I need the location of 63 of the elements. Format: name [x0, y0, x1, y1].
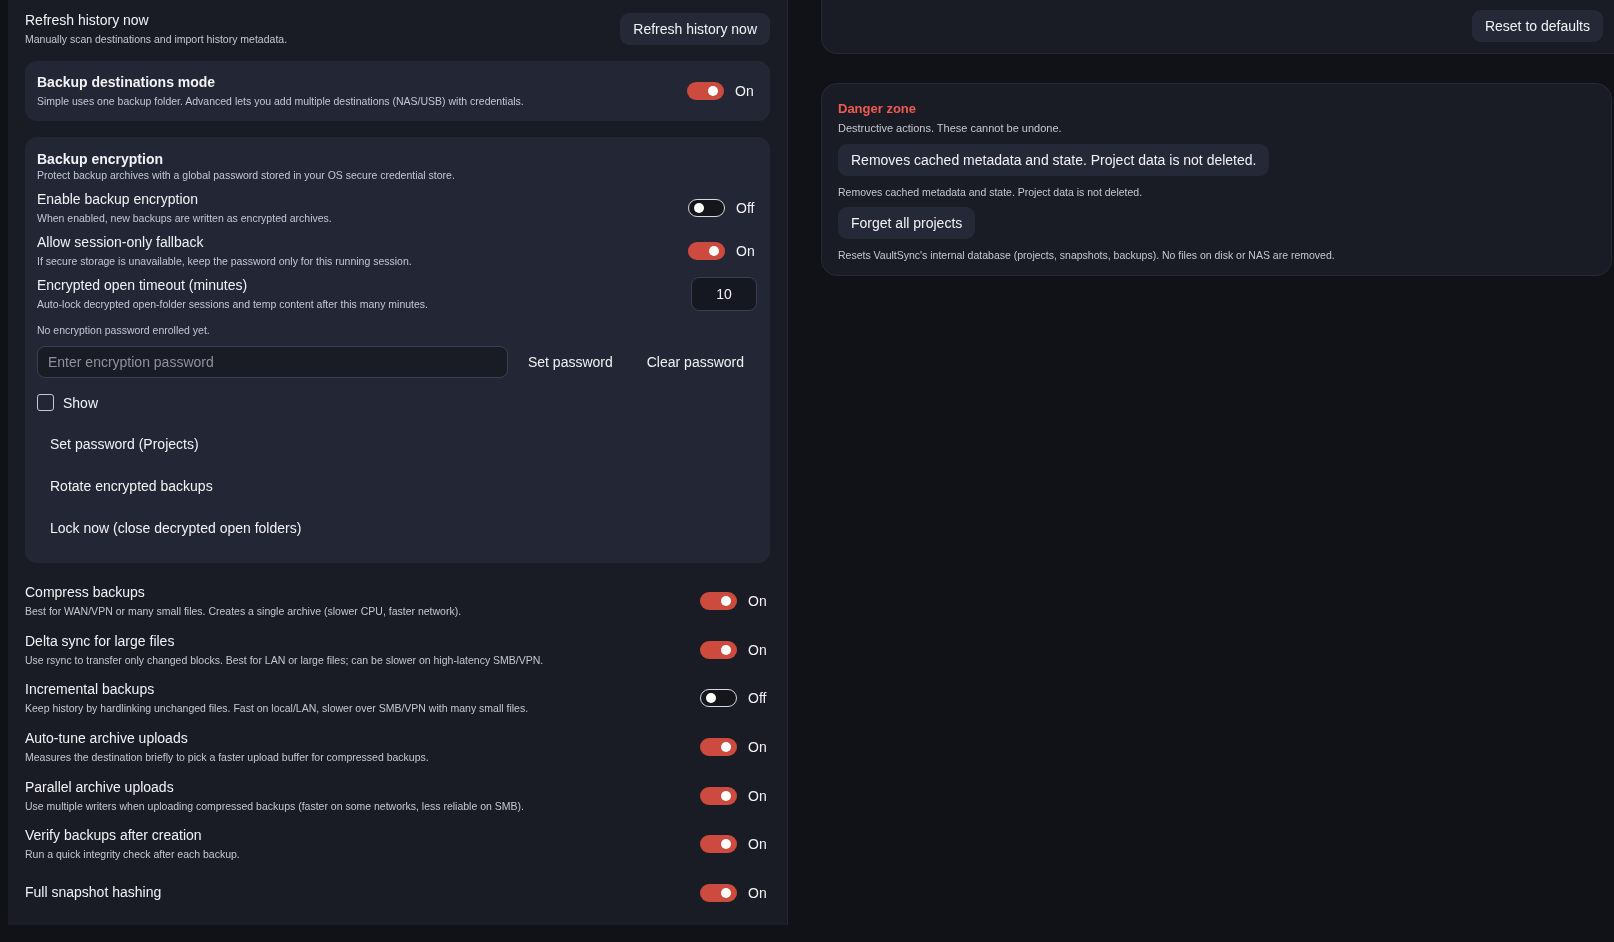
set-password-button[interactable]: Set password: [513, 348, 627, 376]
setting-description: Simple uses one backup folder. Advanced lets you add multiple destinations (NAS/USB) with credentials.: [37, 94, 524, 108]
setting-title: Auto-tune archive uploads: [25, 730, 189, 748]
toggle-state: Off: [748, 690, 767, 707]
status-text: No encryption password enrolled yet.: [37, 323, 211, 337]
checkbox[interactable]: [37, 394, 54, 411]
refresh-history-button[interactable]: Refresh history now: [620, 13, 770, 45]
setting-description: Measures the destination briefly to pick a faster upload buffer for compressed backups.: [25, 750, 429, 765]
section-description: Protect backup archives with a global password stored in your OS secure credential store.: [37, 168, 456, 182]
danger-zone-title: Danger zone: [838, 100, 917, 118]
toggle-switch[interactable]: [700, 592, 737, 611]
danger-zone-description: Destructive actions. These cannot be undone.: [838, 121, 1063, 135]
toggle-state: Off: [736, 200, 755, 216]
toggle-state: On: [748, 641, 767, 658]
setting-description: Manually scan destinations and import history metadata.: [25, 32, 288, 46]
setting-description: Auto-lock decrypted open-folder sessions and temp content after this many minutes.: [37, 297, 429, 311]
clear-password-button[interactable]: Clear password: [632, 348, 758, 376]
setting-description: When enabled, new backups are written as encrypted archives.: [37, 211, 332, 225]
toggle-state: On: [748, 884, 767, 901]
checkbox-label: Show: [63, 394, 99, 411]
setting-description: If secure storage is unavailable, keep the password only for this running session.: [37, 254, 412, 268]
setting-title: Refresh history now: [25, 12, 150, 29]
setting-title: Incremental backups: [25, 681, 156, 699]
setting-title: Full snapshot hashing: [25, 884, 162, 902]
reset-defaults-button[interactable]: Reset to defaults: [1471, 9, 1603, 42]
section-title: Backup encryption: [37, 151, 165, 168]
toggle-switch[interactable]: [688, 199, 725, 217]
password-field[interactable]: Enter encryption password: [37, 346, 508, 378]
danger-action-button[interactable]: Forget all projects: [838, 207, 976, 239]
setting-title: Encrypted open timeout (minutes): [37, 277, 249, 294]
toggle-state: On: [748, 836, 767, 853]
toggle-state: On: [736, 243, 755, 259]
action-note: Resets VaultSync's internal database (projects, snapshots, backups). No files on disk or NAS are removed.: [838, 249, 1336, 261]
setting-description: Run a quick integrity check after each backup.: [25, 847, 240, 862]
toggle-switch[interactable]: [700, 883, 737, 902]
setting-description: Use rsync to transfer only changed blocks. Best for LAN or large files; can be slower on high-latency SMB/VPN.: [25, 652, 544, 667]
action-button[interactable]: Lock now (close decrypted open folders): [37, 507, 315, 549]
toggle-switch[interactable]: [700, 689, 737, 708]
number-field[interactable]: 10: [691, 277, 757, 311]
toggle-switch[interactable]: [700, 738, 737, 757]
setting-description: Best for WAN/VPN or many small files. Creates a single archive (slower CPU, faster network).: [25, 604, 462, 619]
setting-title: Parallel archive uploads: [25, 778, 175, 796]
toggle-state: On: [735, 83, 754, 99]
toggle-switch[interactable]: [688, 242, 725, 260]
toggle-state: On: [748, 787, 767, 804]
action-button[interactable]: Set password (Projects): [37, 423, 212, 465]
toggle-switch[interactable]: [700, 786, 737, 805]
setting-description: Keep history by hardlinking unchanged files. Fast on local/LAN, slower over SMB/VPN with many small files.: [25, 701, 529, 716]
setting-description: Use multiple writers when uploading compressed backups (faster on some networks, less reliable on SMB).: [25, 798, 524, 813]
danger-action-button[interactable]: Removes cached metadata and state. Project data is not deleted.: [838, 144, 1270, 176]
toggle-state: On: [748, 739, 767, 756]
setting-title: Backup destinations mode: [37, 74, 217, 91]
action-button[interactable]: Rotate encrypted backups: [37, 465, 226, 507]
setting-title: Delta sync for large files: [25, 632, 176, 650]
action-note: Removes cached metadata and state. Project data is not deleted.: [838, 186, 1144, 198]
toggle-switch[interactable]: [700, 835, 737, 854]
toggle-switch[interactable]: [700, 640, 737, 659]
toggle-switch[interactable]: [687, 82, 724, 100]
setting-title: Enable backup encryption: [37, 191, 200, 208]
setting-title: Compress backups: [25, 584, 146, 602]
setting-title: Allow session-only fallback: [37, 234, 205, 251]
toggle-state: On: [748, 593, 767, 610]
setting-title: Verify backups after creation: [25, 827, 203, 845]
